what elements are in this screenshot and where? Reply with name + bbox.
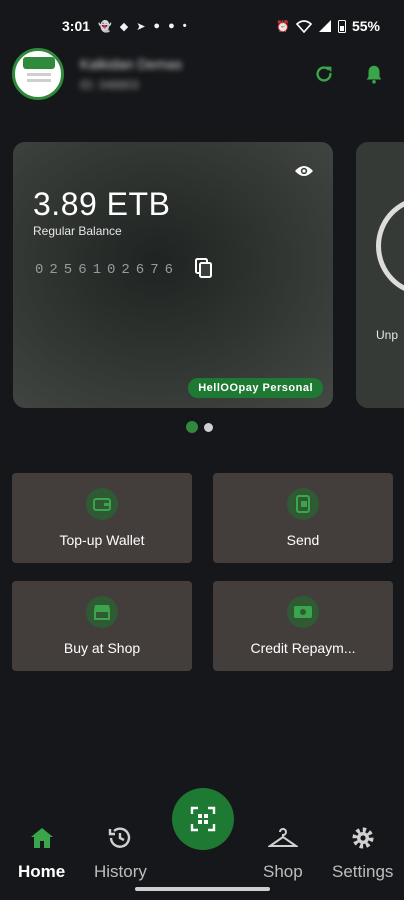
chat-icon: ● [153,20,161,32]
signal-icon [318,20,331,32]
notifications-button[interactable] [356,56,392,92]
user-info: Kalkidan Demas ID: 348803 [80,56,292,92]
toggle-visibility-button[interactable] [293,160,315,182]
account-type-badge: HellOOpay Personal [188,378,323,398]
header: Kalkidan Demas ID: 348803 [0,44,404,104]
tile-label: Top-up Wallet [59,532,145,548]
alarm-icon: ⏰ [276,20,290,33]
nav-settings[interactable]: Settings [332,824,393,882]
snapchat-icon: 👻 [98,20,112,33]
tile-label: Credit Repaym... [250,640,356,656]
battery-icon [337,20,346,33]
balance-amount: 3.89 ETB [33,186,171,222]
status-left: 3:01 👻 ◆ ➤ ● ● • [62,18,187,34]
balance-carousel[interactable]: 3.89 ETB Regular Balance 0256102676 Hell… [0,142,404,410]
gear-icon [351,824,375,852]
top-up-wallet-button[interactable]: Top-up Wallet [12,473,192,563]
nav-history[interactable]: History [94,824,147,882]
bird-icon: ◆ [119,20,129,33]
refresh-button[interactable] [306,56,342,92]
user-id: ID: 348803 [80,78,139,92]
carousel-indicator [186,421,213,433]
nav-shop[interactable]: Shop [263,824,303,882]
store-icon [86,596,118,628]
eye-icon [295,166,313,176]
telegram-icon: ➤ [136,20,146,33]
bottom-nav: Home History Shop Settings [0,824,404,884]
progress-ring [376,196,404,296]
send-button[interactable]: Send [213,473,393,563]
user-name: Kalkidan Demas [80,56,182,72]
balance-label: Regular Balance [33,224,122,238]
action-grid: Top-up Wallet Send Buy at Shop Credit Re… [12,473,393,671]
tile-label: Send [286,532,320,548]
credit-repayment-button[interactable]: Credit Repaym... [213,581,393,671]
send-icon [287,488,319,520]
nav-home[interactable]: Home [18,824,65,882]
next-card-label: Unp [376,328,399,342]
copy-button[interactable] [193,257,217,281]
nav-label: Home [18,862,66,881]
money-icon [287,596,319,628]
buy-at-shop-button[interactable]: Buy at Shop [12,581,192,671]
history-icon [107,824,133,852]
avatar[interactable] [12,48,64,100]
carousel-dot-active[interactable] [186,421,198,433]
home-icon [30,824,54,852]
bell-icon [366,65,382,84]
facebook-icon: ● [168,20,175,32]
carousel-dot[interactable] [204,422,213,432]
hanger-icon [267,824,298,852]
tile-label: Buy at Shop [63,640,141,656]
refresh-icon [316,66,332,82]
account-number: 0256102676 [35,262,180,278]
balance-card[interactable]: 3.89 ETB Regular Balance 0256102676 Hell… [13,142,333,408]
copy-icon [195,258,212,278]
nav-label: History [94,862,147,881]
wifi-icon [295,20,312,33]
dot-icon: • [182,20,187,32]
battery-percent: 55% [351,18,380,34]
status-right: ⏰ 55% [276,18,380,34]
wallet-icon [86,488,118,520]
gesture-bar[interactable] [135,887,270,891]
status-time: 3:01 [62,18,91,34]
nav-label: Shop [263,862,303,881]
nav-label: Settings [332,862,394,881]
next-card[interactable]: Unp [356,142,404,408]
